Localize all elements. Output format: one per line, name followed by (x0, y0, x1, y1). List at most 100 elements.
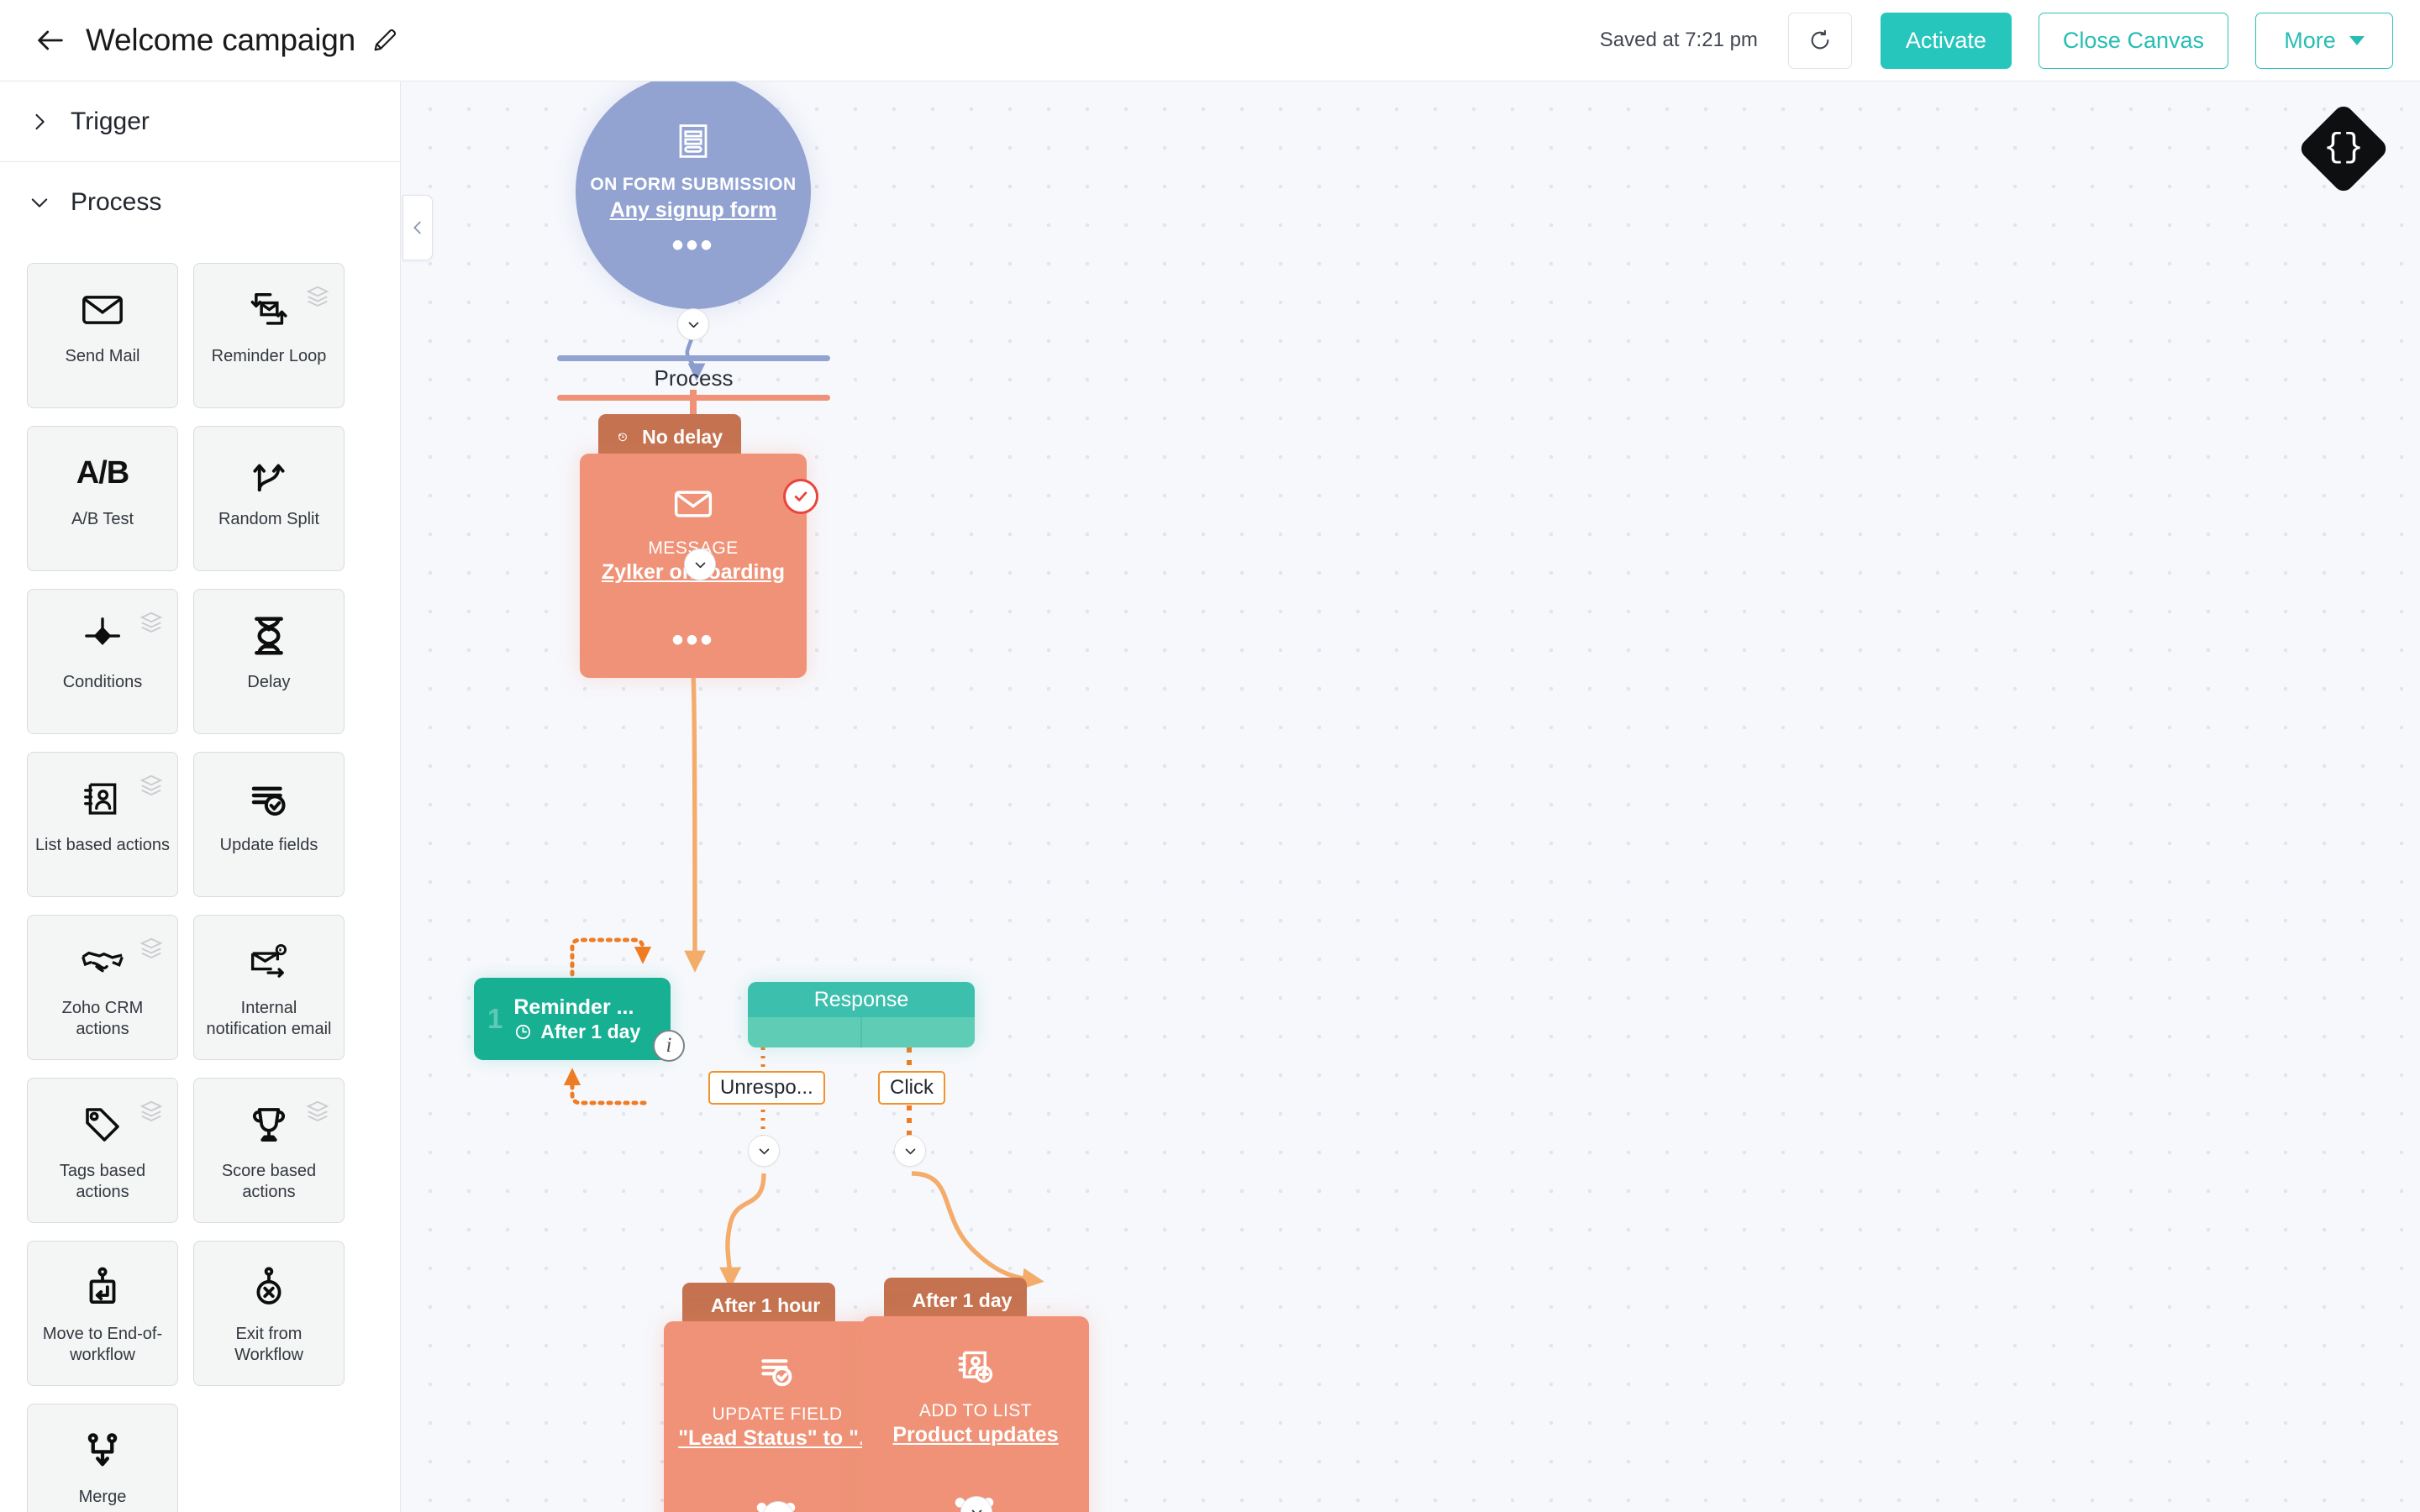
branch-label-click[interactable]: Click (878, 1071, 945, 1105)
palette-item-label: Update fields (213, 835, 325, 856)
refresh-icon (1807, 27, 1833, 54)
add-step-branch-unresponsive-button[interactable] (748, 1135, 780, 1167)
action-name-label: "Lead Status" to "... (678, 1426, 876, 1451)
sidebar-section-process-label: Process (71, 188, 161, 217)
envelope-loop-icon (194, 274, 344, 346)
palette-item-label: Score based actions (194, 1161, 344, 1203)
action-node-add-to-list[interactable]: ADD TO LIST Product updates ••• (862, 1316, 1089, 1512)
contact-card-icon (28, 763, 177, 835)
edit-title-button[interactable] (371, 26, 399, 55)
ellipsis-icon[interactable]: ••• (671, 634, 714, 646)
hourglass-icon (194, 600, 344, 672)
chevron-down-icon (687, 318, 701, 332)
chevron-down-icon (25, 188, 54, 217)
back-button[interactable] (27, 17, 74, 64)
add-step-after-message-button[interactable] (684, 549, 716, 580)
delay-chip-label: No delay (642, 426, 723, 449)
delay-chip-message[interactable]: No delay (598, 414, 741, 459)
saved-status: Saved at 7:21 pm (1600, 29, 1758, 52)
sidebar-section-trigger[interactable]: Trigger (0, 81, 400, 162)
layers-icon (139, 610, 164, 635)
palette-item-update-fields[interactable]: Update fields (193, 752, 345, 897)
palette-item-ab-test[interactable]: A/B A/B Test (27, 426, 178, 571)
trigger-name-link[interactable]: Any signup form (610, 198, 777, 223)
layers-icon (305, 284, 330, 309)
process-palette: Send Mail Reminder Loop (0, 243, 400, 1512)
palette-item-merge[interactable]: Merge (27, 1404, 178, 1512)
form-icon (673, 121, 713, 165)
layers-icon (139, 1099, 164, 1124)
response-split-legs (748, 1017, 975, 1047)
chevron-right-icon (25, 108, 54, 136)
workflow-canvas[interactable]: {} (401, 81, 2420, 1512)
palette-item-delay[interactable]: Delay (193, 589, 345, 734)
reminder-loop-delay-label: After 1 day (540, 1020, 640, 1043)
palette-item-internal-notification-email[interactable]: Internal notification email (193, 915, 345, 1060)
info-icon[interactable]: i (653, 1030, 685, 1062)
branch-label-unresponsive[interactable]: Unrespo... (708, 1071, 825, 1105)
sidebar-scrollbar[interactable] (390, 81, 400, 1512)
close-canvas-button[interactable]: Close Canvas (2039, 13, 2228, 69)
delay-chip-label: After 1 day (913, 1289, 1013, 1312)
palette-item-zoho-crm-actions[interactable]: Zoho CRM actions (27, 915, 178, 1060)
palette-item-label: Zoho CRM actions (28, 998, 177, 1040)
more-label: More (2284, 28, 2336, 54)
trigger-node[interactable]: ON FORM SUBMISSION Any signup form ••• (576, 81, 811, 309)
status-badge (783, 479, 818, 514)
palette-item-label: Internal notification email (194, 998, 344, 1040)
action-name-label: Product updates (892, 1423, 1058, 1447)
palette-item-exit-from-workflow[interactable]: Exit from Workflow (193, 1241, 345, 1386)
action-type-label: UPDATE FIELD (713, 1404, 843, 1425)
component-sidebar: Trigger Process Send Mail (0, 81, 401, 1512)
response-split-node[interactable]: Response (748, 982, 975, 1047)
chevron-down-icon (2349, 36, 2365, 45)
palette-item-send-mail[interactable]: Send Mail (27, 263, 178, 408)
palette-item-label: Move to End-of-workflow (28, 1324, 177, 1366)
more-button[interactable]: More (2255, 13, 2393, 69)
page-title: Welcome campaign (86, 23, 355, 58)
palette-item-score-based-actions[interactable]: Score based actions (193, 1078, 345, 1223)
refresh-button[interactable] (1788, 13, 1852, 69)
add-step-branch-click-button[interactable] (894, 1135, 926, 1167)
response-split-title: Response (748, 982, 975, 1017)
chevron-down-icon (693, 558, 708, 572)
sidebar-section-trigger-label: Trigger (71, 108, 150, 136)
sidebar-section-process[interactable]: Process (0, 162, 400, 243)
palette-item-label: Reminder Loop (205, 346, 334, 367)
palette-item-label: Random Split (212, 509, 326, 530)
split-arrows-icon (194, 437, 344, 509)
reminder-loop-count: 1 (487, 1003, 502, 1035)
ellipsis-icon[interactable]: ••• (671, 239, 714, 251)
chevron-down-icon (970, 1505, 984, 1512)
clock-icon (617, 426, 629, 448)
envelope-icon (28, 274, 177, 346)
palette-item-label: List based actions (29, 835, 176, 856)
palette-item-move-to-end-of-workflow[interactable]: Move to End-of-workflow (27, 1241, 178, 1386)
palette-item-label: A/B Test (65, 509, 140, 530)
palette-item-conditions[interactable]: Conditions (27, 589, 178, 734)
action-node-update-field[interactable]: UPDATE FIELD "Lead Status" to "... ••• (664, 1321, 891, 1512)
app-header: Welcome campaign Saved at 7:21 pm Activa… (0, 0, 2420, 81)
contact-add-icon (954, 1345, 997, 1393)
list-check-icon (194, 763, 344, 835)
palette-item-label: Send Mail (59, 346, 147, 367)
header-actions: Saved at 7:21 pm Activate Close Canvas M… (1600, 13, 2420, 69)
check-icon (792, 487, 810, 506)
list-check-icon (756, 1350, 798, 1396)
response-leg-unresponsive[interactable] (748, 1017, 860, 1047)
activate-button[interactable]: Activate (1881, 13, 2012, 69)
palette-item-list-based-actions[interactable]: List based actions (27, 752, 178, 897)
tag-icon (28, 1089, 177, 1161)
palette-item-tags-based-actions[interactable]: Tags based actions (27, 1078, 178, 1223)
palette-item-random-split[interactable]: Random Split (193, 426, 345, 571)
palette-item-label: Exit from Workflow (194, 1324, 344, 1366)
chevron-down-icon (757, 1144, 771, 1158)
response-leg-click[interactable] (860, 1017, 975, 1047)
delay-chip-label: After 1 hour (711, 1294, 820, 1317)
palette-item-reminder-loop[interactable]: Reminder Loop (193, 263, 345, 408)
reminder-loop-node[interactable]: 1 Reminder ... After 1 day i (474, 978, 671, 1060)
add-step-after-trigger-button[interactable] (677, 308, 709, 340)
merge-arrow-icon (28, 1415, 177, 1487)
layers-icon (139, 773, 164, 798)
chevron-down-icon (903, 1144, 918, 1158)
